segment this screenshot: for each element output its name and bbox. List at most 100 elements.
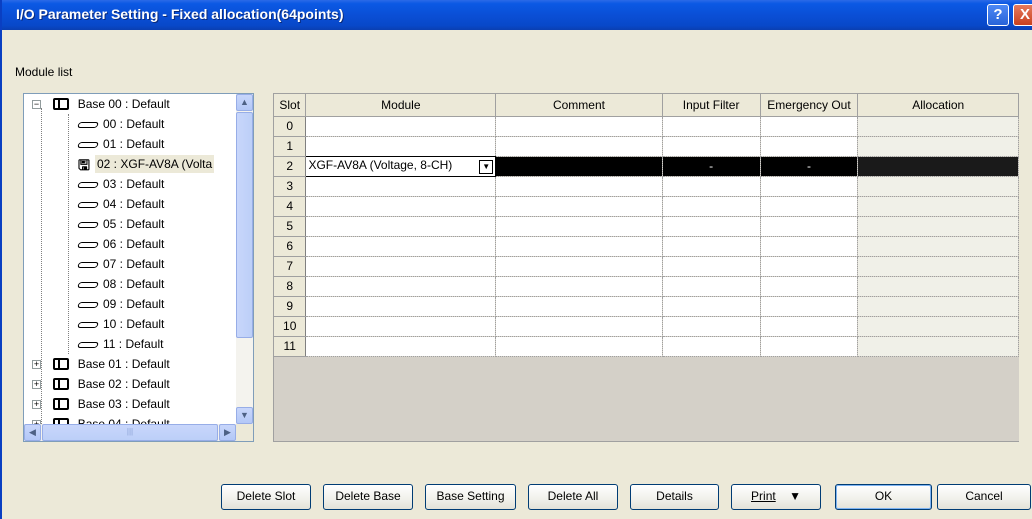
comment-cell[interactable] [495,216,663,237]
col-header-allocation[interactable]: Allocation [857,94,1019,117]
module-tree[interactable]: − Base 00 : Default 00 : Default 01 : De… [23,93,254,442]
delete-all-button[interactable]: Delete All [528,484,618,510]
expand-icon[interactable]: + [32,400,41,409]
base-setting-button[interactable]: Base Setting [425,484,516,510]
module-cell[interactable] [305,336,497,357]
col-header-slot[interactable]: Slot [274,94,307,117]
cancel-button[interactable]: Cancel [937,484,1031,510]
comment-cell[interactable] [495,236,663,257]
collapse-icon[interactable]: − [32,100,41,109]
help-button[interactable]: ? [987,4,1009,26]
tree-node-slot-09[interactable]: 09 : Default [68,295,166,315]
table-row[interactable]: 7 [274,256,1019,277]
col-header-comment[interactable]: Comment [495,94,663,117]
tree-node-slot-11[interactable]: 11 : Default [68,335,165,355]
table-row[interactable]: 9 [274,296,1019,317]
emergency-out-cell[interactable] [760,136,859,157]
tree-node-slot-02[interactable]: 🖫 02 : XGF-AV8A (Volta [68,155,215,175]
delete-slot-button[interactable]: Delete Slot [221,484,311,510]
table-row[interactable]: 10 [274,316,1019,337]
tree-node-slot-00[interactable]: 00 : Default [68,115,166,135]
tree-node-base-00[interactable]: − Base 00 : Default [32,95,172,115]
input-filter-cell[interactable] [662,176,761,197]
module-cell[interactable] [305,216,497,237]
table-row[interactable]: 3 [274,176,1019,197]
input-filter-cell[interactable] [662,336,761,357]
col-header-emergency-out[interactable]: Emergency Out [760,94,859,117]
tree-node-slot-04[interactable]: 04 : Default [68,195,166,215]
comment-cell[interactable] [495,116,663,137]
tree-node-slot-05[interactable]: 05 : Default [68,215,166,235]
table-row[interactable]: 11 [274,336,1019,357]
tree-node-slot-01[interactable]: 01 : Default [68,135,166,155]
input-filter-cell[interactable] [662,136,761,157]
col-header-module[interactable]: Module [305,94,497,117]
comment-cell[interactable] [495,176,663,197]
table-row[interactable]: 0 [274,116,1019,137]
module-cell[interactable]: XGF-AV8A (Voltage, 8-CH) ▼ [305,155,497,177]
scroll-down-icon[interactable]: ▼ [236,407,253,424]
tree-node-slot-06[interactable]: 06 : Default [68,235,166,255]
emergency-out-cell[interactable] [760,176,859,197]
input-filter-cell[interactable] [662,296,761,317]
input-filter-cell[interactable] [662,276,761,297]
module-cell[interactable] [305,256,497,277]
module-cell[interactable] [305,296,497,317]
scroll-left-icon[interactable]: ◀ [24,424,41,441]
module-cell[interactable] [305,116,497,137]
scroll-right-icon[interactable]: ▶ [219,424,236,441]
tree-node-base-02[interactable]: + Base 02 : Default [32,375,172,395]
print-button[interactable]: Print ▼ [731,484,821,510]
slot-grid[interactable]: Slot Module Comment Input Filter Emergen… [273,93,1019,442]
tree-node-base-03[interactable]: + Base 03 : Default [32,395,172,415]
input-filter-cell[interactable]: - [662,156,761,177]
table-row[interactable]: 6 [274,236,1019,257]
tree-node-slot-07[interactable]: 07 : Default [68,255,166,275]
table-row[interactable]: 2 XGF-AV8A (Voltage, 8-CH) ▼ - - [274,155,1019,177]
emergency-out-cell[interactable] [760,116,859,137]
emergency-out-cell[interactable] [760,336,859,357]
table-row[interactable]: 5 [274,216,1019,237]
col-header-input-filter[interactable]: Input Filter [662,94,761,117]
tree-horizontal-scrollbar[interactable]: ◀ ||| ▶ [24,424,236,441]
details-button[interactable]: Details [630,484,719,510]
emergency-out-cell[interactable] [760,236,859,257]
table-row[interactable]: 4 [274,196,1019,217]
emergency-out-cell[interactable] [760,196,859,217]
module-cell[interactable] [305,196,497,217]
tree-node-slot-03[interactable]: 03 : Default [68,175,166,195]
scroll-thumb[interactable] [236,112,253,338]
tree-node-slot-08[interactable]: 08 : Default [68,275,166,295]
tree-node-slot-10[interactable]: 10 : Default [68,315,166,335]
input-filter-cell[interactable] [662,116,761,137]
emergency-out-cell[interactable] [760,276,859,297]
emergency-out-cell[interactable] [760,316,859,337]
module-cell[interactable] [305,316,497,337]
emergency-out-cell[interactable] [760,216,859,237]
ok-button[interactable]: OK [835,484,932,510]
table-row[interactable]: 8 [274,276,1019,297]
tree-node-base-01[interactable]: + Base 01 : Default [32,355,172,375]
comment-cell[interactable] [495,156,663,177]
emergency-out-cell[interactable] [760,296,859,317]
comment-cell[interactable] [495,336,663,357]
scroll-up-icon[interactable]: ▲ [236,94,253,111]
input-filter-cell[interactable] [662,236,761,257]
comment-cell[interactable] [495,296,663,317]
emergency-out-cell[interactable]: - [760,156,859,177]
comment-cell[interactable] [495,256,663,277]
table-row[interactable]: 1 [274,136,1019,157]
comment-cell[interactable] [495,196,663,217]
comment-cell[interactable] [495,276,663,297]
emergency-out-cell[interactable] [760,256,859,277]
input-filter-cell[interactable] [662,216,761,237]
dropdown-arrow-icon[interactable]: ▼ [479,160,494,174]
title-bar[interactable]: I/O Parameter Setting - Fixed allocation… [2,0,1032,30]
module-cell[interactable] [305,276,497,297]
comment-cell[interactable] [495,316,663,337]
tree-node-base-04[interactable]: + Base 04 : Default [32,415,172,424]
scroll-thumb[interactable]: ||| [42,424,218,441]
delete-base-button[interactable]: Delete Base [323,484,413,510]
input-filter-cell[interactable] [662,196,761,217]
module-cell[interactable] [305,136,497,157]
